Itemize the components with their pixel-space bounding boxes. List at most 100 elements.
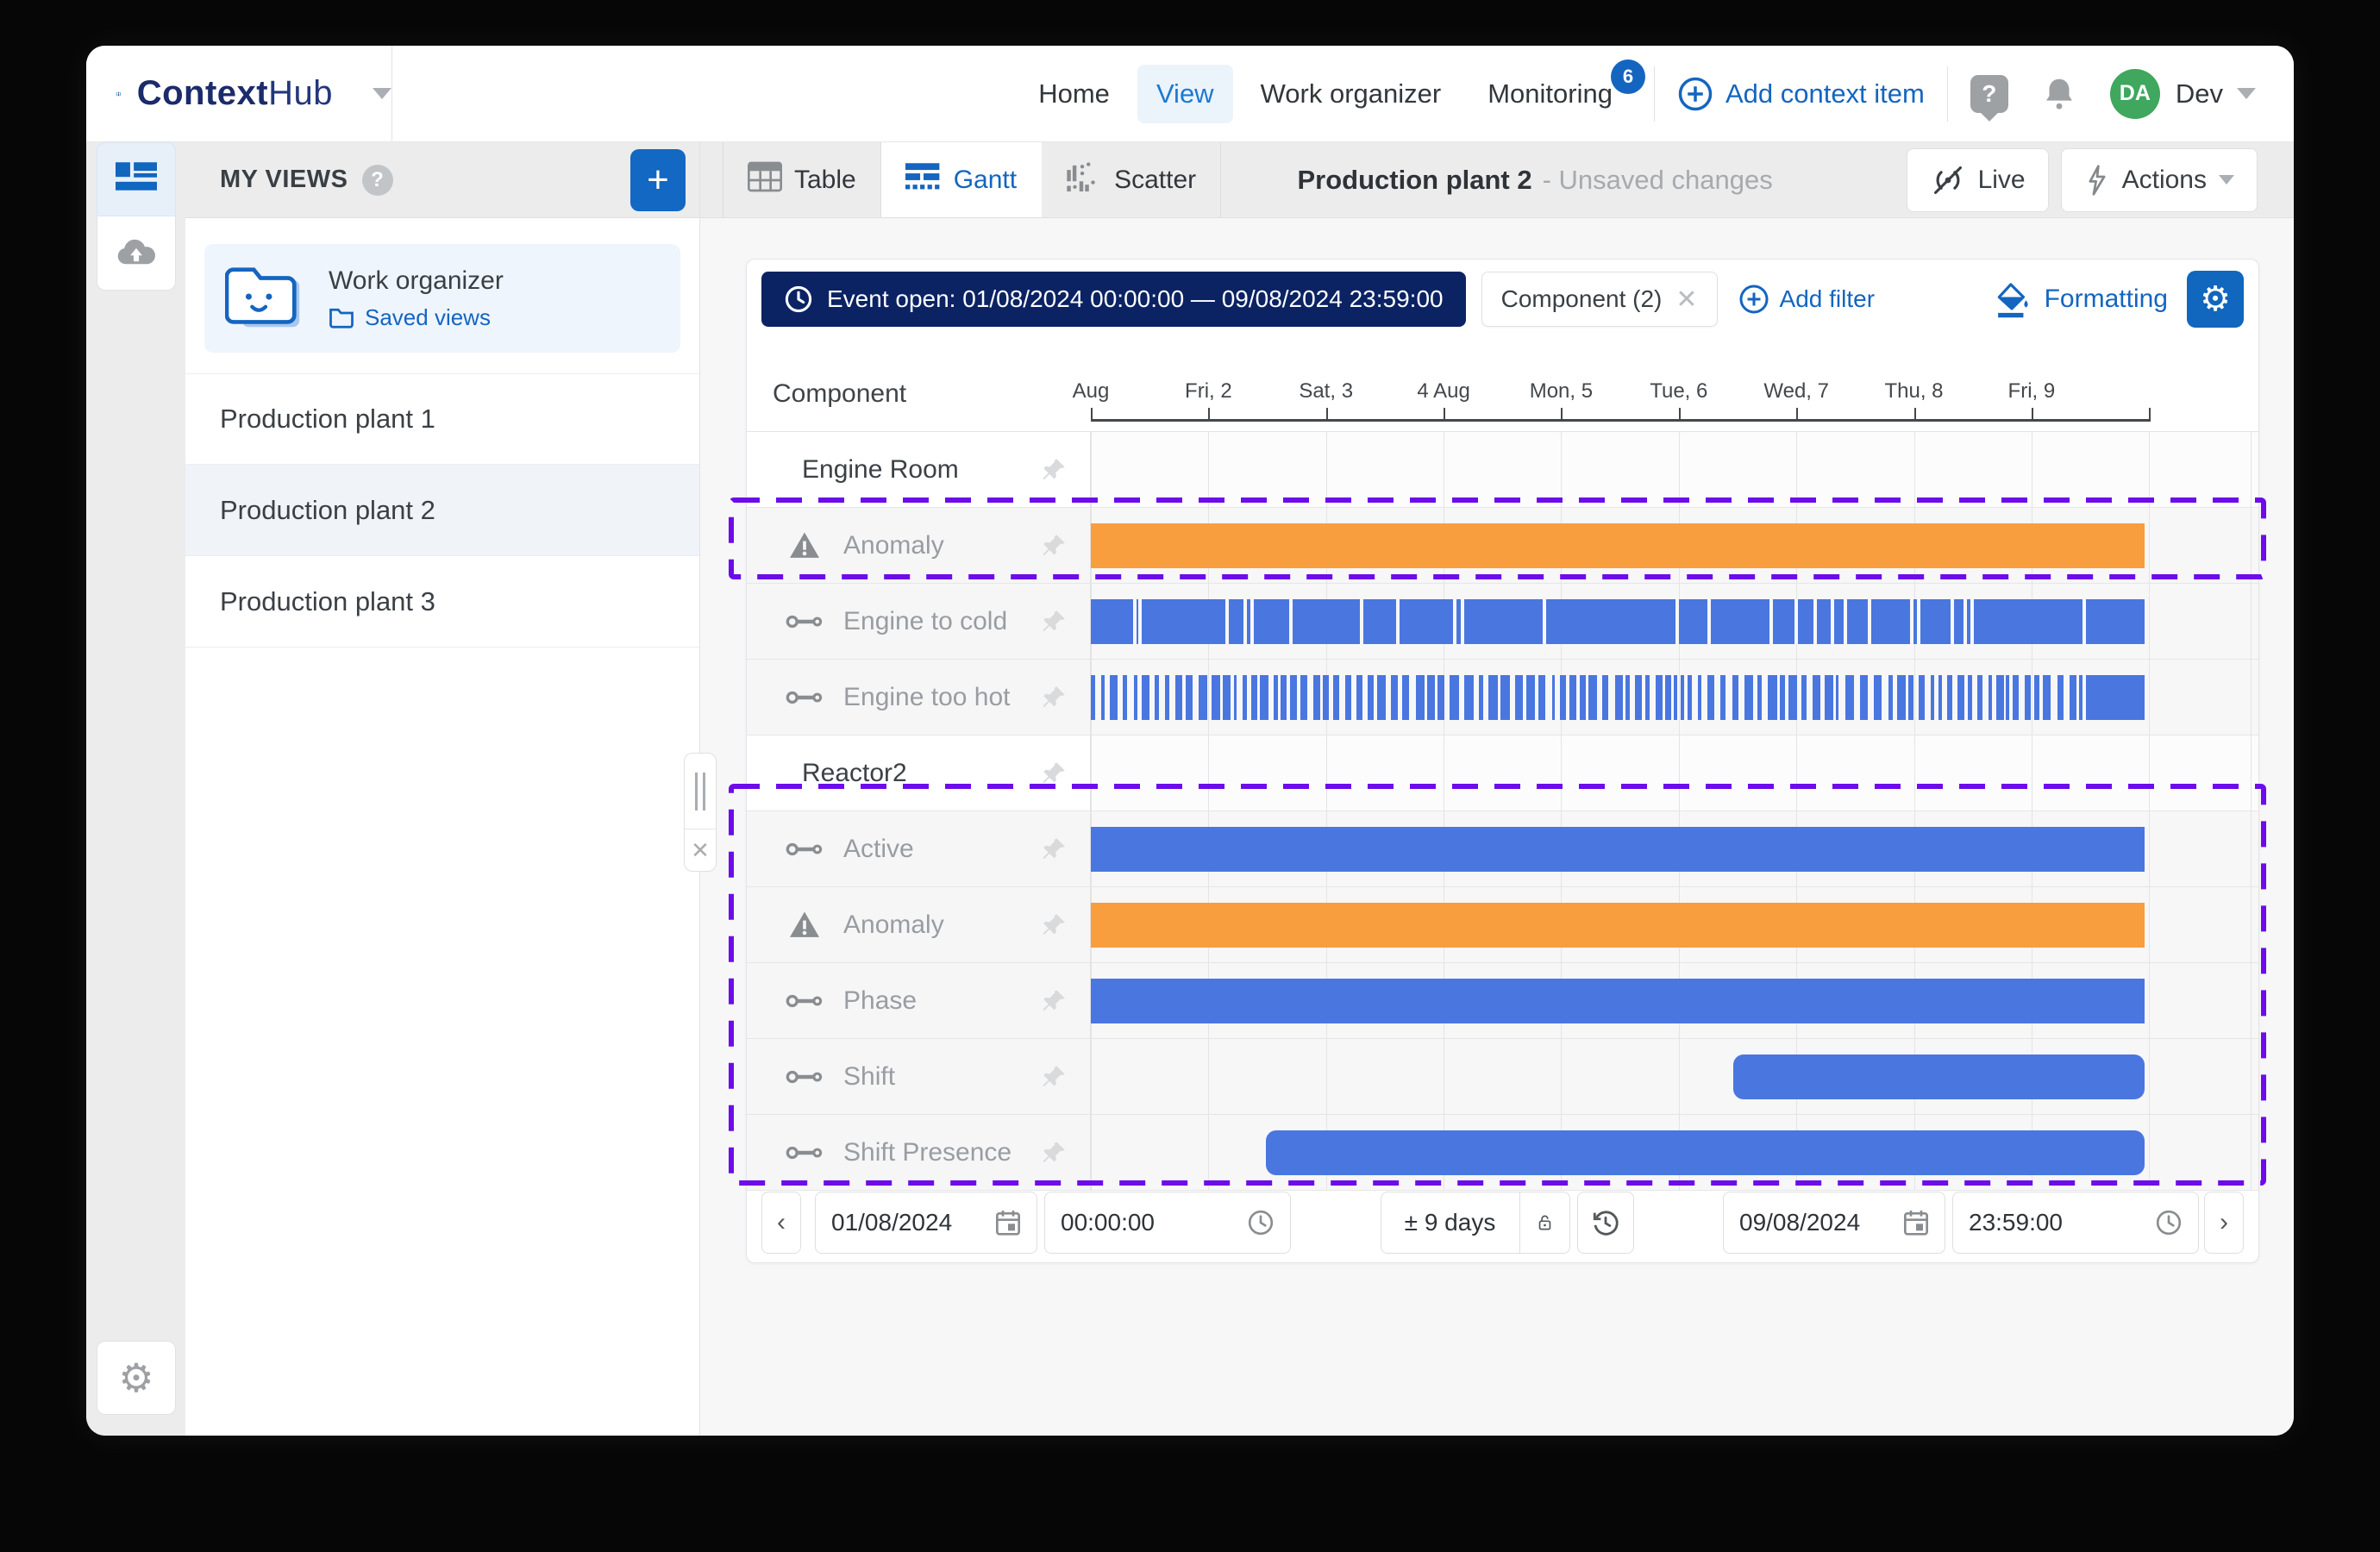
gantt-bar[interactable] [1134,675,1137,720]
sidebar-view-production-plant-1[interactable]: Production plant 1 [185,373,699,465]
pin-icon[interactable] [1040,1139,1068,1167]
gantt-bar[interactable] [1919,675,1925,720]
settings-rail-button[interactable]: ⚙ [97,1341,176,1415]
gantt-bar[interactable] [1266,1130,2145,1175]
gantt-bar[interactable] [2070,675,2076,720]
nav-item-monitoring[interactable]: Monitoring6 [1469,65,1632,123]
sidebar-view-production-plant-2[interactable]: Production plant 2 [185,465,699,556]
gantt-bar[interactable] [1091,979,2145,1023]
row-label[interactable]: Anomaly [843,911,944,940]
gantt-bar[interactable] [1450,675,1459,720]
gantt-bar[interactable] [1281,675,1287,720]
start-time-field[interactable]: 00:00:00 [1044,1192,1291,1254]
gantt-bar[interactable] [1977,675,1982,720]
remove-filter-icon[interactable]: ✕ [1675,285,1697,315]
start-date-field[interactable]: 01/08/2024 [815,1192,1037,1254]
gantt-bar[interactable] [1825,675,1833,720]
pin-icon[interactable] [1040,684,1068,711]
tab-scatter[interactable]: Scatter [1042,142,1221,217]
gantt-bar[interactable] [1989,675,1992,720]
gantt-bar[interactable] [1720,675,1726,720]
gantt-bar[interactable] [1110,675,1118,720]
range-span-field[interactable]: ± 9 days [1381,1192,1519,1253]
row-label[interactable]: Phase [843,986,917,1016]
gantt-bar[interactable] [1688,675,1692,720]
gantt-bar[interactable] [1813,675,1820,720]
gantt-bar[interactable] [1223,675,1230,720]
gantt-bar[interactable] [1860,675,1869,720]
gantt-bar[interactable] [1515,675,1523,720]
sidebar-view-production-plant-3[interactable]: Production plant 3 [185,556,699,648]
gantt-bar[interactable] [1488,675,1498,720]
gantt-bar[interactable] [1674,675,1678,720]
splitter-drag-handle[interactable] [685,754,716,829]
nav-item-work-organizer[interactable]: Work organizer [1242,65,1461,123]
gantt-bar[interactable] [1888,675,1894,720]
splitter-collapse-button[interactable]: ✕ [685,829,716,871]
pin-icon[interactable] [1040,835,1068,863]
gantt-bar[interactable] [1836,675,1838,720]
gantt-bar[interactable] [1500,675,1510,720]
gantt-bar[interactable] [1123,675,1127,720]
gantt-bar[interactable] [1251,675,1257,720]
help-button[interactable]: ? [1970,75,2008,113]
gantt-bar[interactable] [1391,675,1398,720]
gantt-bar[interactable] [1300,675,1307,720]
row-label[interactable]: Shift [843,1062,895,1092]
gantt-bar[interactable] [1243,675,1247,720]
pin-icon[interactable] [1040,608,1068,635]
event-open-filter-pill[interactable]: Event open: 01/08/2024 00:00:00 — 09/08/… [761,272,1466,327]
gantt-bar[interactable] [1908,675,1913,720]
row-label[interactable]: Active [843,835,914,864]
gantt-settings-button[interactable]: ⚙ [2187,271,2244,328]
nav-item-home[interactable]: Home [1019,65,1129,123]
gantt-bar[interactable] [1464,675,1473,720]
brand-caret-icon[interactable] [373,88,391,99]
gantt-bar[interactable] [2086,675,2145,720]
gantt-bar[interactable] [1538,675,1546,720]
gantt-bar[interactable] [2086,675,2093,720]
gantt-bar[interactable] [1968,675,1972,720]
end-date-field[interactable]: 09/08/2024 [1723,1192,1945,1254]
gantt-bar[interactable] [1931,675,1933,720]
gantt-bar[interactable] [1707,675,1715,720]
gantt-bar[interactable] [1323,675,1329,720]
user-name[interactable]: Dev [2176,78,2223,110]
actions-button[interactable]: Actions [2061,148,2258,212]
gantt-bar[interactable] [1333,675,1339,720]
gantt-bar[interactable] [1212,675,1220,720]
gantt-bar[interactable] [1313,675,1320,720]
row-label[interactable]: Shift Presence [843,1138,1012,1167]
gantt-bar[interactable] [2043,675,2051,720]
gantt-bar[interactable] [1402,675,1409,720]
gantt-bar[interactable] [1552,675,1556,720]
gantt-bar[interactable] [1996,675,2004,720]
gantt-bar[interactable] [1437,675,1444,720]
gantt-bar[interactable] [1845,675,1854,720]
gantt-bar[interactable] [1957,675,1964,720]
gantt-bar[interactable] [1897,675,1906,720]
nav-item-view[interactable]: View [1137,65,1233,123]
gantt-bar[interactable] [1142,675,1149,720]
pin-icon[interactable] [1040,1063,1068,1091]
gantt-bar[interactable] [1175,675,1182,720]
gantt-bar[interactable] [1947,675,1952,720]
component-filter-pill[interactable]: Component (2) ✕ [1481,272,1718,327]
gantt-bar[interactable] [1274,675,1278,720]
gantt-bar[interactable] [2006,675,2009,720]
gantt-bar[interactable] [1101,675,1105,720]
gantt-bar[interactable] [1526,675,1534,720]
gantt-bar[interactable] [1260,675,1268,720]
gantt-bar[interactable] [1625,675,1630,720]
gantt-bar[interactable] [1199,675,1207,720]
gantt-bar[interactable] [2057,675,2064,720]
user-avatar[interactable]: DA [2110,69,2160,119]
pin-icon[interactable] [1040,456,1068,484]
gantt-bar[interactable] [1091,827,2145,872]
gantt-bar[interactable] [1733,1054,2145,1099]
gantt-bar[interactable] [1560,675,1567,720]
pin-icon[interactable] [1040,760,1068,787]
add-view-button[interactable]: + [630,149,686,211]
gantt-bar[interactable] [1681,675,1685,720]
gantt-bar[interactable] [1356,675,1362,720]
